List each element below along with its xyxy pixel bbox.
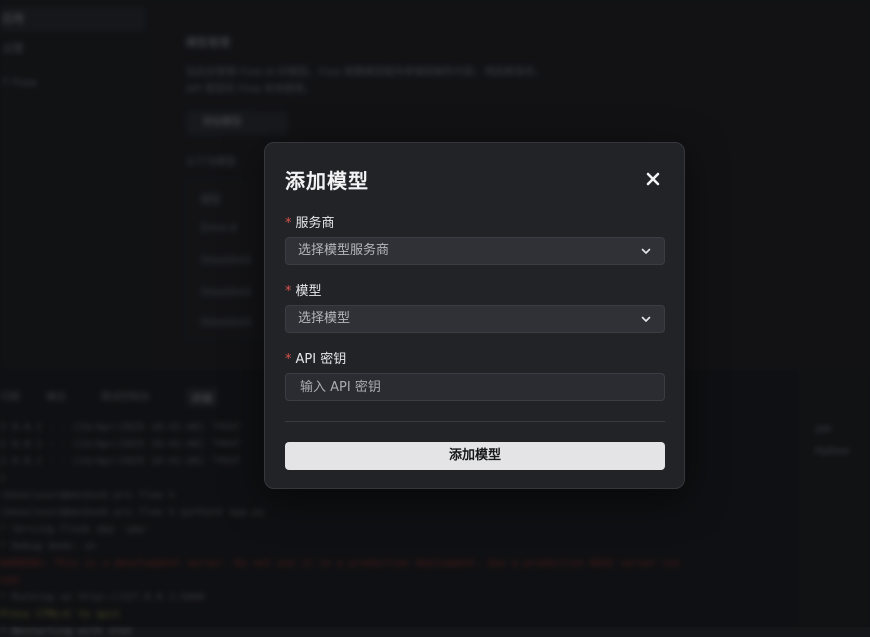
required-mark: * bbox=[285, 216, 292, 231]
model-label-text: 模型 bbox=[295, 284, 322, 299]
dialog-title: 添加模型 bbox=[285, 169, 369, 193]
model-select-placeholder: 选择模型 bbox=[298, 311, 351, 326]
required-mark: * bbox=[285, 352, 292, 367]
provider-select-placeholder: 选择模型服务商 bbox=[298, 243, 390, 258]
model-select[interactable]: 选择模型 bbox=[285, 305, 665, 333]
required-mark: * bbox=[285, 284, 292, 299]
chevron-down-icon bbox=[641, 316, 651, 322]
divider bbox=[285, 421, 665, 422]
model-label: * 模型 bbox=[285, 280, 322, 299]
close-button[interactable] bbox=[641, 167, 665, 191]
add-model-submit-button[interactable]: 添加模型 bbox=[285, 442, 665, 470]
provider-label: * 服务商 bbox=[285, 212, 335, 231]
provider-label-text: 服务商 bbox=[295, 216, 335, 231]
close-icon bbox=[646, 172, 660, 186]
api-key-label: * API 密钥 bbox=[285, 348, 346, 367]
api-key-label-text: API 密钥 bbox=[295, 352, 347, 367]
terminal-line: * Restarting with stat bbox=[0, 626, 133, 637]
provider-select[interactable]: 选择模型服务商 bbox=[285, 237, 665, 265]
add-model-dialog: 添加模型 *服务商 选择模型服务商 *模型 选择模型 *API 密钥 添加模型 bbox=[264, 142, 685, 489]
api-key-input[interactable] bbox=[285, 373, 665, 401]
chevron-down-icon bbox=[641, 248, 651, 254]
